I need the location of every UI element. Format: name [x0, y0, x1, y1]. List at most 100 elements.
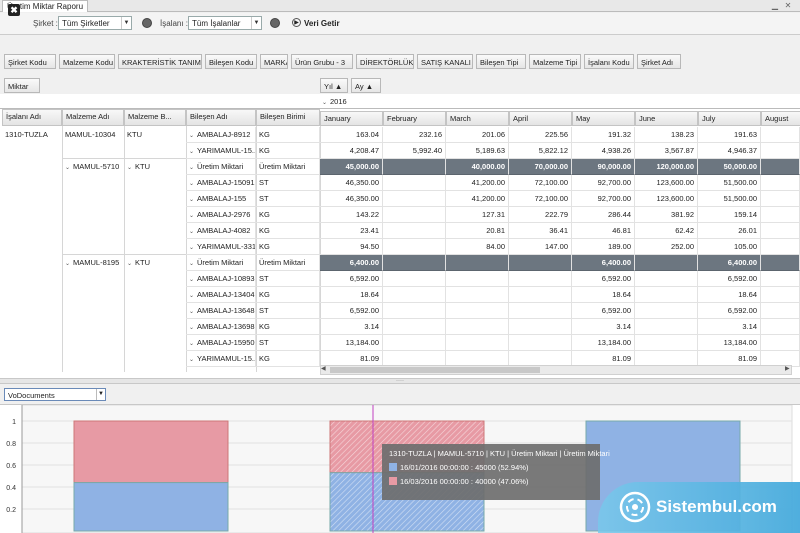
value-cell[interactable]: 381.92 [635, 207, 698, 223]
value-cell[interactable]: 92,700.00 [572, 191, 635, 207]
month-column-header[interactable]: March [446, 111, 509, 126]
bilesen-cell[interactable]: ⌄ AMBALAJ-4082 [186, 223, 256, 239]
value-cell[interactable] [635, 271, 698, 287]
value-cell[interactable]: 36.41 [509, 223, 572, 239]
chevron-down-icon[interactable]: ⌄ [189, 340, 197, 347]
value-cell[interactable]: 5,822.12 [509, 143, 572, 159]
month-column-header[interactable]: May [572, 111, 635, 126]
value-cell[interactable]: 18.64 [572, 287, 635, 303]
value-cell[interactable] [635, 319, 698, 335]
filter-field-button[interactable]: DİREKTÖRLÜK [356, 54, 414, 69]
value-cell[interactable]: 201.06 [446, 127, 509, 143]
value-cell[interactable] [761, 303, 800, 319]
month-column-header[interactable]: February [383, 111, 446, 126]
play-icon[interactable]: ▶ [292, 18, 301, 27]
value-cell[interactable]: 23.41 [320, 223, 383, 239]
bilesen-cell[interactable]: ⌄ Üretim Miktari [186, 255, 256, 271]
value-cell[interactable]: 189.00 [572, 239, 635, 255]
value-cell[interactable]: 46,350.00 [320, 191, 383, 207]
value-cell[interactable]: 46.81 [572, 223, 635, 239]
malzeme-b-cell[interactable]: ⌄ KTU [124, 159, 186, 174]
value-cell[interactable]: 13,184.00 [698, 335, 761, 351]
filter-field-button[interactable]: Malzeme Kodu [59, 54, 115, 69]
malzeme-cell[interactable]: MAMUL-10304 [62, 127, 124, 142]
value-cell[interactable]: 90,000.00 [572, 159, 635, 175]
chevron-down-icon[interactable]: ⌄ [189, 132, 197, 139]
value-cell[interactable]: 41,200.00 [446, 191, 509, 207]
value-cell[interactable] [383, 191, 446, 207]
value-cell[interactable]: 51,500.00 [698, 175, 761, 191]
value-cell[interactable] [509, 335, 572, 351]
value-cell[interactable] [383, 239, 446, 255]
value-cell[interactable]: 50,000.00 [698, 159, 761, 175]
close-icon[interactable]: ✕ [783, 1, 793, 11]
chevron-down-icon[interactable]: ⌄ [189, 180, 197, 187]
bilesen-cell[interactable]: ⌄ AMBALAJ-10893 [186, 271, 256, 287]
sirket-clear-icon[interactable] [142, 18, 152, 28]
chevron-down-icon[interactable]: ⌄ [189, 164, 197, 171]
chevron-down-icon[interactable]: ⌄ [127, 260, 135, 267]
value-cell[interactable]: 143.22 [320, 207, 383, 223]
value-cell[interactable]: 4,938.26 [572, 143, 635, 159]
bilesen-cell[interactable]: ⌄ AMBALAJ-8912 [186, 127, 256, 143]
value-cell[interactable] [383, 287, 446, 303]
scrollbar-thumb[interactable] [330, 367, 540, 373]
value-cell[interactable]: 26.01 [698, 223, 761, 239]
bilesen-cell[interactable]: ⌄ AMBALAJ-2976 [186, 207, 256, 223]
filter-field-button[interactable]: Malzeme Tipi [529, 54, 581, 69]
isalani-select[interactable]: Tüm İşalanlar ▼ [188, 16, 262, 30]
value-cell[interactable]: 40,000.00 [446, 159, 509, 175]
value-cell[interactable] [635, 255, 698, 271]
value-cell[interactable] [446, 255, 509, 271]
value-cell[interactable]: 191.32 [572, 127, 635, 143]
value-cell[interactable]: 6,592.00 [572, 303, 635, 319]
minimize-icon[interactable]: ▁ [770, 1, 780, 11]
value-cell[interactable]: 5,992.40 [383, 143, 446, 159]
value-cell[interactable] [635, 335, 698, 351]
veri-getir-button[interactable]: Veri Getir [304, 19, 340, 28]
value-cell[interactable] [761, 239, 800, 255]
value-cell[interactable]: 5,189.63 [446, 143, 509, 159]
chevron-down-icon[interactable]: ⌄ [189, 196, 197, 203]
value-cell[interactable]: 286.44 [572, 207, 635, 223]
value-cell[interactable]: 3.14 [320, 319, 383, 335]
value-cell[interactable] [446, 319, 509, 335]
month-column-header[interactable]: April [509, 111, 572, 126]
value-cell[interactable]: 13,184.00 [572, 335, 635, 351]
value-cell[interactable]: 3.14 [698, 319, 761, 335]
chevron-down-icon[interactable]: ▼ [96, 389, 105, 400]
filter-field-button[interactable]: Şirket Adı [637, 54, 681, 69]
value-cell[interactable] [509, 271, 572, 287]
value-cell[interactable]: 62.42 [635, 223, 698, 239]
value-cell[interactable]: 72,100.00 [509, 175, 572, 191]
value-cell[interactable]: 123,600.00 [635, 175, 698, 191]
value-cell[interactable]: 6,400.00 [320, 255, 383, 271]
value-cell[interactable] [761, 159, 800, 175]
value-cell[interactable] [509, 255, 572, 271]
chevron-down-icon[interactable]: ⌄ [189, 292, 197, 299]
value-cell[interactable]: 232.16 [383, 127, 446, 143]
value-cell[interactable] [383, 271, 446, 287]
value-cell[interactable]: 6,592.00 [320, 271, 383, 287]
value-cell[interactable] [761, 287, 800, 303]
bilesen-cell[interactable]: ⌄ AMBALAJ-15091 [186, 175, 256, 191]
row-header-field[interactable]: Malzeme B... [124, 109, 186, 126]
value-cell[interactable]: 147.00 [509, 239, 572, 255]
value-cell[interactable]: 6,592.00 [698, 303, 761, 319]
value-cell[interactable]: 163.04 [320, 127, 383, 143]
bilesen-cell[interactable]: ⌄ YARIMAMUL-15... [186, 351, 256, 367]
row-header-field[interactable]: Bileşen Birimi [256, 109, 320, 126]
value-cell[interactable] [446, 287, 509, 303]
chevron-down-icon[interactable]: ⌄ [189, 308, 197, 315]
chevron-down-icon[interactable]: ▼ [121, 17, 131, 29]
value-cell[interactable]: 191.63 [698, 127, 761, 143]
value-cell[interactable]: 123,600.00 [635, 191, 698, 207]
column-field-ay[interactable]: Ay ▲ [351, 78, 381, 93]
column-field-yil[interactable]: Yıl ▲ [320, 78, 348, 93]
value-cell[interactable]: 127.31 [446, 207, 509, 223]
value-cell[interactable]: 3,567.87 [635, 143, 698, 159]
row-header-field[interactable]: Bileşen Adı [186, 109, 256, 126]
month-column-header[interactable]: June [635, 111, 698, 126]
value-cell[interactable] [761, 335, 800, 351]
value-cell[interactable]: 159.14 [698, 207, 761, 223]
